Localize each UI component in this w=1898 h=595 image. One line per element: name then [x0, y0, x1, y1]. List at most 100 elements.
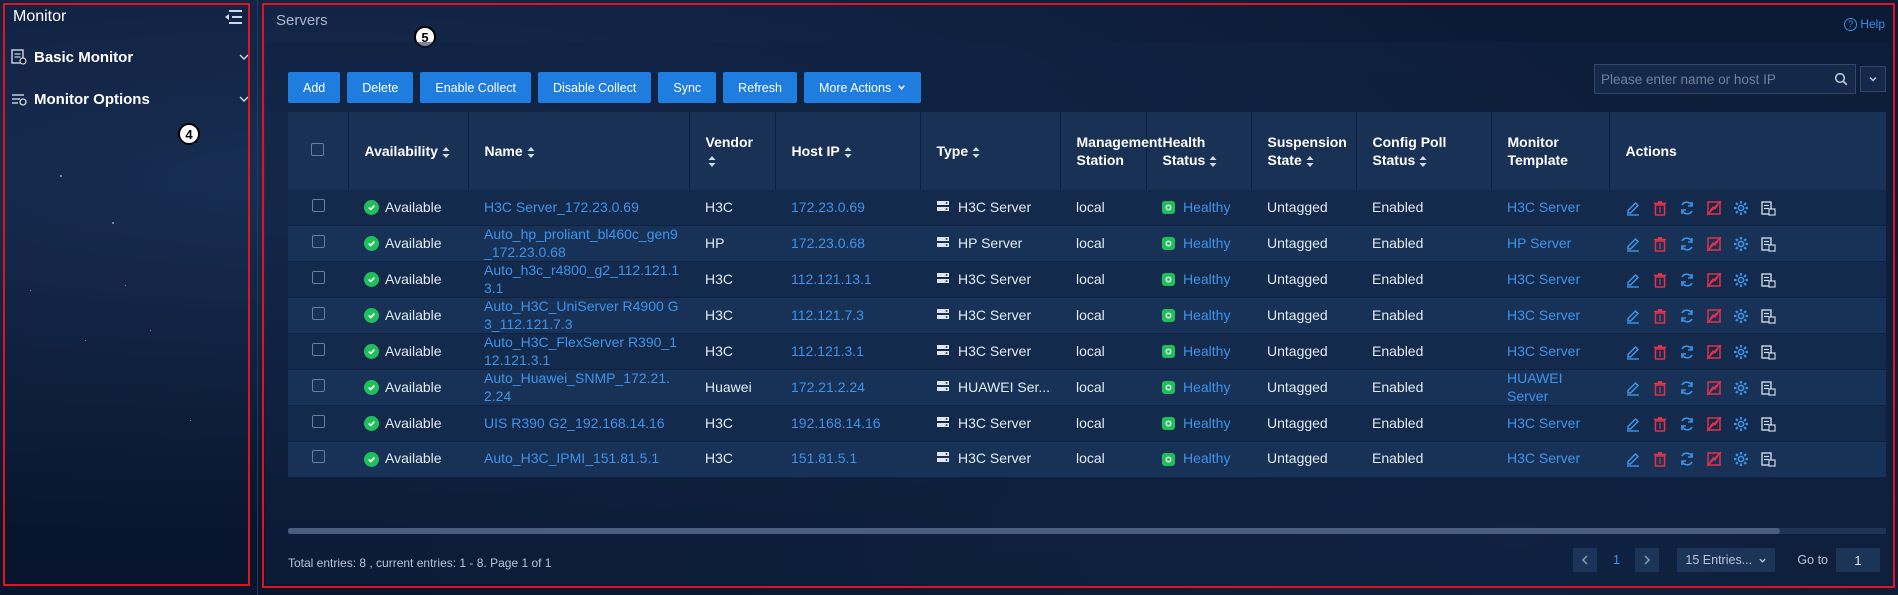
server-name-link[interactable]: Auto_H3C_IPMI_151.81.5.1: [484, 450, 659, 466]
refresh-button[interactable]: Refresh: [723, 72, 797, 103]
settings-gear-icon[interactable]: [1733, 272, 1749, 288]
delete-button[interactable]: Delete: [347, 72, 414, 103]
disable-monitor-icon[interactable]: [1706, 451, 1722, 467]
health-cell[interactable]: Healthy: [1146, 261, 1251, 299]
server-name-link[interactable]: Auto_H3C_UniServer R4900 G3_112.121.7.3: [484, 298, 679, 332]
table-row[interactable]: Available Auto_H3C_FlexServer R390_112.12…: [288, 333, 1886, 371]
select-all-checkbox[interactable]: [311, 142, 325, 156]
disable-monitor-icon[interactable]: [1706, 380, 1722, 396]
disable-monitor-icon[interactable]: [1706, 416, 1722, 432]
server-name-link[interactable]: UIS R390 G2_192.168.14.16: [484, 415, 665, 431]
delete-icon[interactable]: [1652, 236, 1668, 252]
row-select-cell[interactable]: [288, 441, 348, 478]
sidebar-item-monitor-options[interactable]: Monitor Options: [10, 86, 250, 112]
disable-monitor-icon[interactable]: [1706, 344, 1722, 360]
edit-icon[interactable]: [1625, 200, 1641, 216]
edit-icon[interactable]: [1625, 416, 1641, 432]
health-status-link[interactable]: Healthy: [1183, 415, 1230, 433]
host-ip-link[interactable]: 112.121.7.3: [791, 307, 864, 323]
host-ip-cell[interactable]: 172.21.2.24: [775, 369, 920, 407]
name-cell[interactable]: Auto_hp_proliant_bl460c_gen9_172.23.0.68: [468, 225, 689, 263]
table-row[interactable]: Available Auto_H3C_IPMI_151.81.5.1 H3C 151.…: [288, 441, 1886, 478]
row-checkbox[interactable]: [311, 198, 325, 212]
row-select-cell[interactable]: [288, 190, 348, 227]
search-icon[interactable]: [1827, 65, 1855, 93]
details-list-icon[interactable]: [1760, 380, 1776, 396]
settings-gear-icon[interactable]: [1733, 416, 1749, 432]
edit-icon[interactable]: [1625, 380, 1641, 396]
template-cell[interactable]: HUAWEI Server: [1491, 369, 1609, 407]
row-checkbox[interactable]: [311, 306, 325, 320]
table-row[interactable]: Available Auto_h3c_r4800_g2_112.121.13.1 H…: [288, 261, 1886, 299]
settings-gear-icon[interactable]: [1733, 236, 1749, 252]
row-select-cell[interactable]: [288, 261, 348, 299]
name-cell[interactable]: Auto_H3C_IPMI_151.81.5.1: [468, 441, 689, 478]
table-row[interactable]: Available Auto_hp_proliant_bl460c_gen9_17…: [288, 225, 1886, 263]
name-cell[interactable]: Auto_Huawei_SNMP_172.21.2.24: [468, 369, 689, 407]
monitor-template-link[interactable]: H3C Server: [1507, 307, 1580, 323]
sync-icon[interactable]: [1679, 308, 1695, 324]
monitor-template-link[interactable]: HUAWEI Server: [1507, 370, 1562, 404]
settings-gear-icon[interactable]: [1733, 380, 1749, 396]
header-config-poll-status[interactable]: Config Poll Status: [1356, 112, 1492, 190]
health-cell[interactable]: Healthy: [1146, 333, 1251, 371]
monitor-template-link[interactable]: H3C Server: [1507, 415, 1580, 431]
row-checkbox[interactable]: [311, 414, 325, 428]
delete-icon[interactable]: [1652, 451, 1668, 467]
host-ip-cell[interactable]: 172.23.0.68: [775, 225, 920, 263]
sync-icon[interactable]: [1679, 416, 1695, 432]
health-cell[interactable]: Healthy: [1146, 190, 1251, 227]
settings-gear-icon[interactable]: [1733, 451, 1749, 467]
horizontal-scrollbar[interactable]: [288, 528, 1886, 534]
edit-icon[interactable]: [1625, 308, 1641, 324]
disable-monitor-icon[interactable]: [1706, 236, 1722, 252]
health-status-link[interactable]: Healthy: [1183, 199, 1230, 217]
row-select-cell[interactable]: [288, 369, 348, 407]
health-cell[interactable]: Healthy: [1146, 405, 1251, 442]
settings-gear-icon[interactable]: [1733, 344, 1749, 360]
add-button[interactable]: Add: [288, 72, 341, 103]
server-name-link[interactable]: Auto_hp_proliant_bl460c_gen9_172.23.0.68: [484, 226, 678, 260]
search-options-dropdown[interactable]: [1860, 66, 1886, 92]
goto-page-input[interactable]: [1836, 548, 1880, 572]
server-name-link[interactable]: H3C Server_172.23.0.69: [484, 199, 639, 215]
row-select-cell[interactable]: [288, 297, 348, 335]
name-cell[interactable]: Auto_H3C_UniServer R4900 G3_112.121.7.3: [468, 297, 689, 335]
server-name-link[interactable]: Auto_h3c_r4800_g2_112.121.13.1: [484, 262, 679, 296]
edit-icon[interactable]: [1625, 272, 1641, 288]
table-row[interactable]: Available H3C Server_172.23.0.69 H3C 172.23…: [288, 190, 1886, 227]
settings-gear-icon[interactable]: [1733, 200, 1749, 216]
health-cell[interactable]: Healthy: [1146, 225, 1251, 263]
disable-monitor-icon[interactable]: [1706, 200, 1722, 216]
host-ip-cell[interactable]: 112.121.7.3: [775, 297, 920, 335]
delete-icon[interactable]: [1652, 272, 1668, 288]
health-status-link[interactable]: Healthy: [1183, 307, 1230, 325]
header-suspension-state[interactable]: Suspension State: [1251, 112, 1357, 190]
row-select-cell[interactable]: [288, 405, 348, 442]
template-cell[interactable]: H3C Server: [1491, 261, 1609, 299]
row-select-cell[interactable]: [288, 333, 348, 371]
details-list-icon[interactable]: [1760, 451, 1776, 467]
health-status-link[interactable]: Healthy: [1183, 450, 1230, 468]
monitor-template-link[interactable]: H3C Server: [1507, 343, 1580, 359]
delete-icon[interactable]: [1652, 380, 1668, 396]
host-ip-link[interactable]: 112.121.3.1: [791, 343, 864, 359]
delete-icon[interactable]: [1652, 200, 1668, 216]
row-checkbox[interactable]: [311, 450, 325, 464]
header-name[interactable]: Name: [468, 112, 690, 190]
edit-icon[interactable]: [1625, 344, 1641, 360]
name-cell[interactable]: H3C Server_172.23.0.69: [468, 190, 689, 227]
delete-icon[interactable]: [1652, 416, 1668, 432]
scrollbar-thumb[interactable]: [288, 528, 1780, 534]
monitor-template-link[interactable]: H3C Server: [1507, 450, 1580, 466]
host-ip-link[interactable]: 192.168.14.16: [791, 415, 881, 431]
prev-page-button[interactable]: [1573, 548, 1598, 572]
page-number[interactable]: 1: [1605, 553, 1627, 567]
table-row[interactable]: Available UIS R390 G2_192.168.14.16 H3C 192…: [288, 405, 1886, 442]
header-type[interactable]: Type: [920, 112, 1061, 190]
header-availability[interactable]: Availability: [348, 112, 469, 190]
server-name-link[interactable]: Auto_Huawei_SNMP_172.21.2.24: [484, 370, 670, 404]
row-checkbox[interactable]: [311, 342, 325, 356]
details-list-icon[interactable]: [1760, 200, 1776, 216]
sync-button[interactable]: Sync: [658, 72, 717, 103]
